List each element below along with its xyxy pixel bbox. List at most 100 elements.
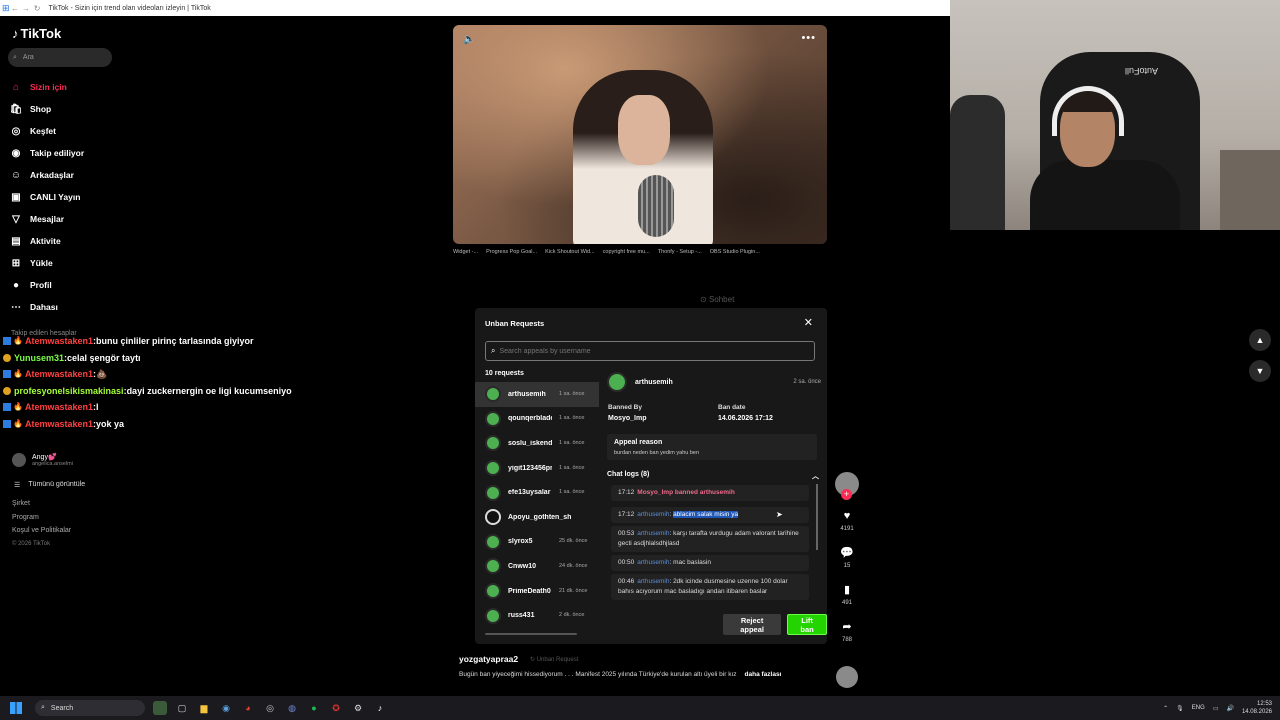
footer-link[interactable]: Program	[12, 511, 71, 525]
tiktok-app-icon[interactable]: ♪	[373, 701, 387, 715]
request-time: 1 sa. önce	[559, 439, 585, 446]
taskbar-search[interactable]: ⌕ Search	[35, 700, 145, 716]
request-count: 10 requests	[485, 370, 524, 377]
share-icon: ➦	[842, 621, 852, 633]
request-item[interactable]: qounqerblade 1 sa. önce	[475, 407, 599, 432]
bookmark-item[interactable]: Progress Pop Goal...	[486, 249, 537, 255]
steam-icon[interactable]: ◉	[219, 701, 233, 715]
request-item[interactable]: russ431 2 dk. önce	[475, 603, 599, 628]
logs-scrollbar[interactable]	[816, 484, 818, 550]
avatar	[485, 509, 501, 526]
nav-item-8[interactable]: ⊞ Yükle	[10, 252, 84, 274]
show-all-link[interactable]: ☰ Tümünü görüntüle	[14, 481, 85, 489]
chat-username: Atemwastaken1	[24, 369, 94, 379]
request-item[interactable]: Apoyu_gothten_shiken_cha	[475, 505, 599, 530]
share-button[interactable]: ➦ 788	[834, 620, 860, 643]
footer-link[interactable]: Koşul ve Politikalar	[12, 524, 71, 538]
fire-icon: 🔥	[13, 418, 23, 428]
tiktok-logo[interactable]: ♪ TikTok	[12, 26, 61, 41]
back-icon[interactable]: ←	[10, 4, 21, 13]
widget-icon[interactable]	[153, 701, 167, 715]
list-scrollbar[interactable]	[485, 633, 577, 635]
like-button[interactable]: ♥ 4191	[834, 510, 860, 532]
chevron-up-icon[interactable]: ▲	[1249, 329, 1271, 351]
nav-item-7[interactable]: ▤ Aktivite	[10, 230, 84, 252]
task-view-icon[interactable]: ▢	[175, 701, 189, 715]
discord-icon[interactable]: ◍	[285, 701, 299, 715]
request-item[interactable]: yigit123456propro 1 sa. önce	[475, 456, 599, 481]
volume-icon[interactable]: 🔈	[463, 34, 475, 45]
mouse-cursor-icon: ➤	[776, 510, 783, 519]
clock[interactable]: 12:53 14.08.2026	[1242, 700, 1272, 716]
request-item[interactable]: slyrox5 25 dk. önce	[475, 530, 599, 555]
chat-tab[interactable]: ⊙ Sohbet	[700, 295, 734, 304]
video-player[interactable]: 🔈 •••	[453, 25, 827, 244]
appeal-search-input[interactable]	[499, 347, 800, 355]
reject-appeal-button[interactable]: Reject appeal	[723, 614, 782, 635]
close-icon[interactable]: ✕	[804, 316, 813, 329]
more-link[interactable]: daha fazlası	[745, 671, 782, 678]
chat-log-entry: 00:53 arthusemih: karşı tarafta vurdugu a…	[611, 526, 809, 552]
request-item[interactable]: PrimeDeath0 21 dk. önce	[475, 579, 599, 604]
chair-brand: AutoFull	[1125, 66, 1159, 76]
nav-item-2[interactable]: ◎ Keşfet	[10, 120, 84, 142]
caption-username[interactable]: yozgatyapraa2	[459, 654, 518, 664]
reload-icon[interactable]: ↻	[32, 4, 43, 13]
followed-account[interactable]: Angy💕 angelica.anselmi	[12, 453, 73, 467]
nav-item-5[interactable]: ▣ CANLI Yayın	[10, 186, 84, 208]
nav-item-9[interactable]: ● Profil	[10, 274, 84, 296]
search-input[interactable]: ⌕ Ara	[8, 48, 112, 67]
request-item[interactable]: Cnww10 24 dk. önce	[475, 554, 599, 579]
request-item[interactable]: efe13uysalar 1 sa. önce	[475, 480, 599, 505]
detail-header: arthusemih 2 sa. önce	[607, 372, 821, 392]
tray-chevron-icon[interactable]: ⌃	[1163, 705, 1168, 712]
settings-icon[interactable]: ⚙	[351, 701, 365, 715]
request-item[interactable]: arthusemih 1 sa. önce	[475, 382, 599, 407]
creator-avatar[interactable]: +	[835, 472, 859, 500]
start-icon[interactable]	[10, 702, 22, 714]
mic-icon[interactable]: 🎙	[1176, 705, 1184, 712]
lift-ban-button[interactable]: Lift ban	[787, 614, 827, 635]
chrome-icon[interactable]: ◕	[241, 701, 255, 715]
footer-link[interactable]: Şirket	[12, 497, 71, 511]
appeal-search[interactable]: ⌕	[485, 341, 815, 361]
nav-item-3[interactable]: ◉ Takip ediliyor	[10, 142, 85, 164]
forward-icon[interactable]: →	[21, 4, 32, 13]
chat-text: 💩	[96, 369, 108, 379]
network-icon[interactable]: ▭	[1213, 705, 1219, 712]
nav-item-1[interactable]: 🛍 Shop	[10, 98, 84, 120]
compass-icon: ◎	[11, 125, 21, 137]
request-time: 1 sa. önce	[559, 464, 585, 471]
windows-taskbar: ⌕ Search ▢ ▆ ◉ ◕ ◎ ◍ ● ✪ ⚙ ♪ ⌃ 🎙 ENG ▭ 🔊 …	[0, 696, 1280, 720]
chat-text: celal şengör taytı	[67, 352, 141, 363]
language-indicator[interactable]: ENG	[1192, 705, 1205, 711]
bookmark-item[interactable]: copyright free mu...	[603, 249, 650, 255]
sound-disc[interactable]	[836, 666, 858, 688]
nav-item-4[interactable]: ☺ Arkadaşlar	[10, 164, 84, 186]
obs-icon[interactable]: ◎	[263, 701, 277, 715]
nav-label: Aktivite	[30, 236, 61, 246]
nav-item-0[interactable]: ⌂ Sizin için	[10, 76, 84, 98]
volume-icon[interactable]: 🔊	[1226, 705, 1233, 712]
search-icon: ⌕	[13, 53, 17, 61]
nav-item-10[interactable]: ⋯ Dahası	[10, 296, 84, 318]
bookmark-item[interactable]: OBS Studio Plugin...	[710, 249, 760, 255]
follow-plus-icon[interactable]: +	[841, 489, 852, 500]
request-item[interactable]: soslu_iskender 1 sa. önce	[475, 431, 599, 456]
copyright: © 2026 TikTok	[12, 540, 51, 547]
more-options-icon[interactable]: •••	[801, 32, 816, 44]
save-button[interactable]: ▮ 491	[834, 583, 860, 606]
folder-icon[interactable]: ▆	[197, 701, 211, 715]
chat-logs-toggle[interactable]: Chat logs (8) ︿	[607, 471, 819, 481]
nav-item-6[interactable]: ▽ Mesajlar	[10, 208, 84, 230]
bookmark-item[interactable]: Widget -...	[453, 249, 478, 255]
bookmark-item[interactable]: Thonfy - Setup -...	[658, 249, 702, 255]
spotify-icon[interactable]: ●	[307, 701, 321, 715]
bookmark-item[interactable]: Kick Shoutout Wid...	[545, 249, 595, 255]
chat-log-entry: 00:50 arthusemih: mac baslasin	[611, 555, 809, 571]
chat-logs-label: Chat logs (8)	[607, 471, 650, 478]
tab-title[interactable]: TikTok - Sizin için trend olan videoları…	[49, 5, 211, 12]
app-icon[interactable]: ✪	[329, 701, 343, 715]
comment-button[interactable]: 💬 15	[834, 546, 860, 569]
chevron-down-icon[interactable]: ▼	[1249, 360, 1271, 382]
